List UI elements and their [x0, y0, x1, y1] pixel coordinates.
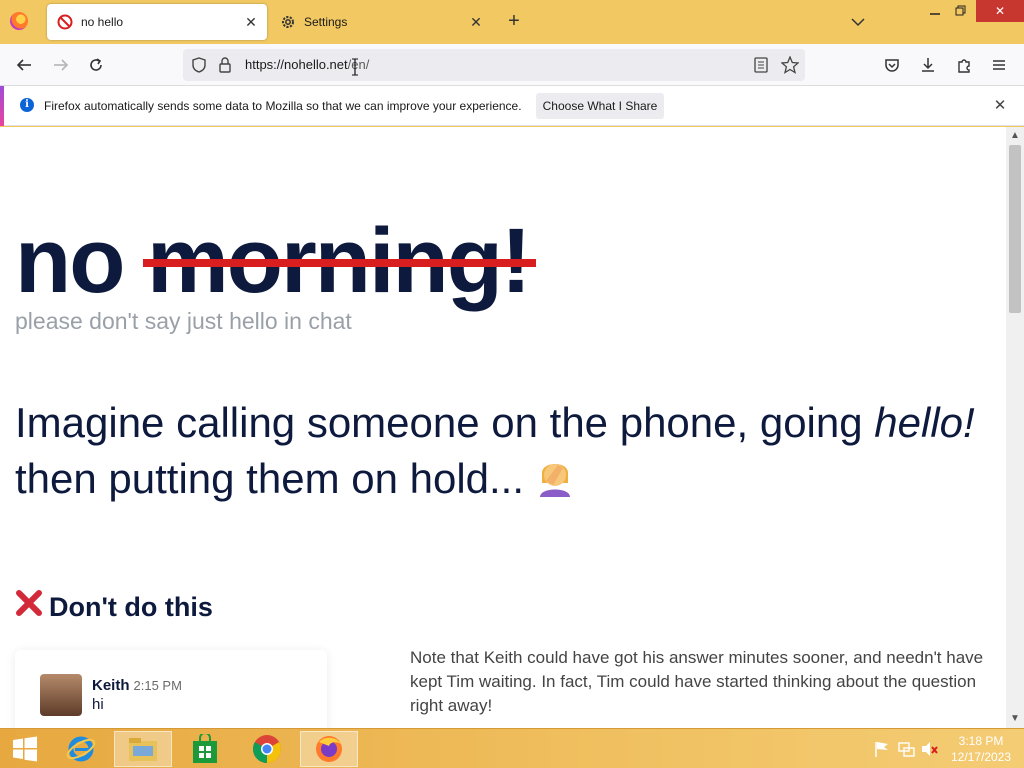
action-center-flag-icon[interactable]: [873, 740, 891, 758]
choose-what-i-share-button[interactable]: Choose What I Share: [536, 93, 664, 119]
back-arrow-icon[interactable]: [13, 54, 35, 76]
network-icon[interactable]: [897, 740, 915, 758]
pocket-icon[interactable]: [881, 54, 903, 76]
shield-icon[interactable]: [191, 57, 207, 78]
explanation-note: Note that Keith could have got his answe…: [410, 648, 984, 715]
windows-taskbar: 3:18 PM 12/17/2023: [0, 728, 1024, 768]
volume-muted-icon[interactable]: [920, 740, 938, 758]
data-collection-notification: i Firefox automatically sends some data …: [0, 86, 1024, 126]
firefox-taskbar-icon[interactable]: [300, 731, 358, 767]
scroll-up-arrow-icon[interactable]: ▲: [1010, 130, 1020, 141]
new-tab-plus-icon[interactable]: +: [504, 11, 524, 32]
web-page-content: no morning! please don't say just hello …: [0, 127, 1006, 728]
lead-text-2: then putting them on hold...: [15, 455, 525, 502]
page-headline: no morning!: [15, 209, 536, 314]
close-tab-icon[interactable]: ✕: [241, 12, 261, 32]
chat-timestamp: 2:15 PM: [133, 678, 182, 693]
address-bar[interactable]: https://nohello.net/en/: [183, 49, 805, 81]
firefox-menu-icon[interactable]: [10, 12, 28, 30]
reader-view-icon[interactable]: [754, 57, 768, 78]
extensions-puzzle-icon[interactable]: [953, 54, 975, 76]
downloads-icon[interactable]: [917, 54, 939, 76]
chat-message: hi: [92, 696, 104, 713]
lock-icon[interactable]: [218, 57, 232, 78]
tab-strip: no hello ✕ Settings ✕ + ✕: [0, 0, 1024, 44]
close-notification-icon[interactable]: ✕: [990, 96, 1010, 116]
headline-struck-word: morning!: [142, 210, 536, 312]
tab-label: Settings: [304, 15, 348, 29]
chat-example-card: Keith 2:15 PM hi: [15, 650, 327, 728]
close-tab-icon[interactable]: ✕: [466, 12, 486, 32]
tab-settings[interactable]: Settings ✕: [270, 4, 492, 40]
section-heading-text: Don't do this: [49, 591, 213, 622]
internet-explorer-icon[interactable]: [52, 731, 110, 767]
forward-arrow-icon[interactable]: [50, 54, 72, 76]
tab-no-hello[interactable]: no hello ✕: [47, 4, 267, 40]
gear-icon: [280, 14, 296, 30]
hamburger-menu-icon[interactable]: [988, 54, 1010, 76]
notification-accent-stripe: [0, 86, 4, 126]
cross-mark-icon: [15, 589, 43, 625]
no-entry-icon: [57, 14, 73, 30]
info-icon: i: [20, 98, 34, 112]
system-clock[interactable]: 3:18 PM 12/17/2023: [944, 733, 1018, 765]
facepalm-emoji-icon: [536, 453, 574, 511]
page-scrollbar[interactable]: ▲ ▼: [1006, 127, 1024, 728]
scroll-down-arrow-icon[interactable]: ▼: [1010, 713, 1020, 724]
lead-text-1: Imagine calling someone on the phone, go…: [15, 399, 863, 446]
chrome-icon[interactable]: [238, 731, 296, 767]
list-all-tabs-chevron-icon[interactable]: [848, 12, 868, 32]
avatar: [40, 674, 82, 716]
close-window-button[interactable]: ✕: [976, 0, 1024, 22]
section-heading-dont: Don't do this: [15, 589, 213, 625]
tab-label: no hello: [81, 15, 124, 29]
windows-start-icon[interactable]: [0, 731, 50, 767]
scrollbar-thumb[interactable]: [1009, 145, 1021, 313]
clock-date: 12/17/2023: [950, 750, 1012, 764]
reload-icon[interactable]: [85, 54, 107, 76]
text-cursor-icon: [351, 58, 359, 81]
file-explorer-icon[interactable]: [114, 731, 172, 767]
clock-time: 3:18 PM: [958, 734, 1004, 748]
chat-sender: Keith 2:15 PM: [92, 677, 182, 694]
lead-paragraph: Imagine calling someone on the phone, go…: [15, 395, 995, 511]
navigation-toolbar: https://nohello.net/en/: [0, 44, 1024, 86]
bookmark-star-icon[interactable]: [780, 55, 800, 79]
store-icon[interactable]: [176, 731, 234, 767]
notification-message: Firefox automatically sends some data to…: [44, 99, 522, 113]
restore-window-button[interactable]: [946, 0, 976, 22]
lead-emphasis: hello!: [874, 399, 975, 446]
headline-prefix: no: [15, 210, 125, 312]
page-subtitle: please don't say just hello in chat: [15, 308, 352, 334]
chat-sender-name: Keith: [92, 677, 130, 694]
